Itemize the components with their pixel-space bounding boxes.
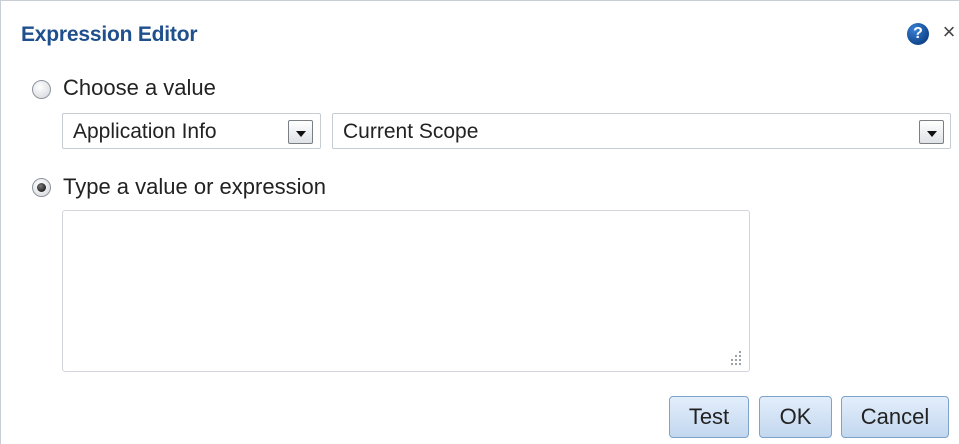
chevron-down-icon[interactable] [919, 120, 944, 144]
category-select-value: Application Info [73, 120, 217, 143]
chevron-down-icon[interactable] [288, 120, 313, 144]
choose-value-radio[interactable] [32, 80, 51, 99]
resize-grip-icon[interactable] [729, 351, 743, 365]
help-icon[interactable]: ? [907, 23, 929, 45]
scope-select-value: Current Scope [343, 120, 479, 143]
expression-textarea[interactable] [62, 210, 750, 372]
choose-value-label: Choose a value [63, 75, 216, 100]
test-button[interactable]: Test [669, 396, 749, 438]
cancel-button[interactable]: Cancel [841, 396, 949, 438]
scope-select[interactable]: Current Scope [332, 113, 951, 149]
category-select[interactable]: Application Info [62, 113, 321, 149]
type-expression-label: Type a value or expression [63, 174, 326, 199]
type-expression-radio[interactable] [32, 178, 51, 197]
ok-button[interactable]: OK [759, 396, 832, 438]
dialog-title: Expression Editor [21, 23, 198, 46]
expression-editor-dialog: Expression Editor ? × Choose a value App… [0, 0, 959, 444]
close-icon[interactable]: × [940, 18, 958, 46]
